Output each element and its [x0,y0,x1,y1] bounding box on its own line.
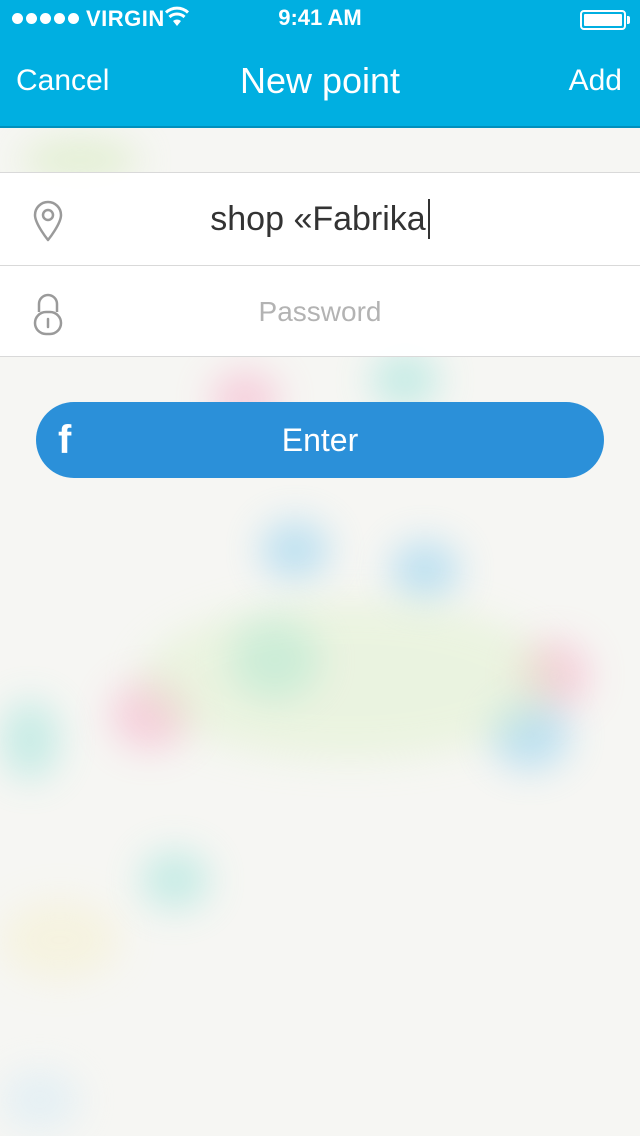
location-row[interactable]: shop «Fabrika [0,173,640,265]
location-pin-icon [30,199,66,243]
password-row[interactable]: Password [0,265,640,357]
navigation-header: VIRGIN 9:41 AM Cancel New point Add [0,0,640,128]
battery-icon [580,10,630,30]
status-time: 9:41 AM [278,5,362,30]
password-field[interactable]: Password [90,266,550,358]
cancel-button[interactable]: Cancel [16,64,109,98]
enter-button[interactable]: f Enter [36,402,604,478]
new-point-form: shop «Fabrika Password [0,172,640,357]
location-field[interactable]: shop «Fabrika [90,173,550,265]
map-background [0,0,640,1136]
location-input[interactable]: shop «Fabrika [210,200,425,239]
password-placeholder: Password [258,296,382,327]
add-button[interactable]: Add [569,64,622,98]
lock-icon [30,292,66,336]
enter-button-label: Enter [281,421,359,458]
status-bar: VIRGIN 9:41 AM [0,0,640,40]
text-cursor [427,199,430,239]
facebook-icon: f [58,418,72,462]
